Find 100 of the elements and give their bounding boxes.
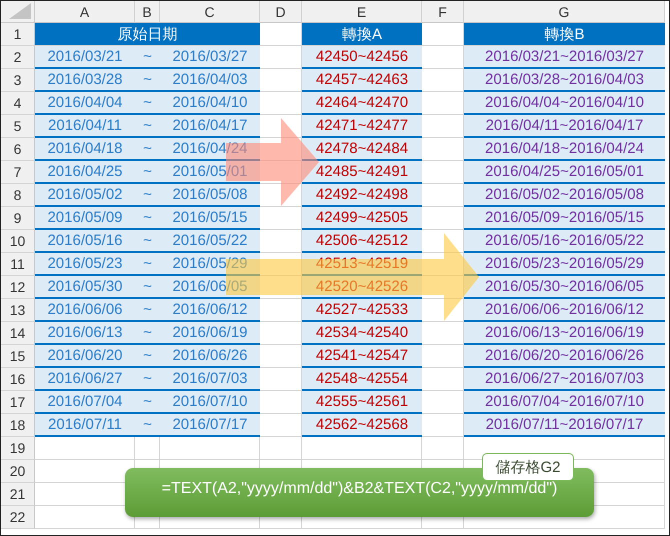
- table-header: 轉換B: [464, 23, 665, 46]
- table-cell: 42471~42477: [302, 115, 422, 138]
- column-header[interactable]: F: [422, 1, 464, 23]
- row-header[interactable]: 6: [1, 138, 35, 161]
- table-cell: 2016/04/18: [35, 138, 135, 161]
- table-cell: 2016/06/20~2016/06/26: [464, 345, 665, 368]
- table-cell: 2016/03/27: [160, 46, 260, 69]
- table-cell: 2016/06/19: [160, 322, 260, 345]
- table-cell: 42534~42540: [302, 322, 422, 345]
- row-header[interactable]: 4: [1, 92, 35, 115]
- row-header[interactable]: 12: [1, 276, 35, 299]
- table-cell: 2016/05/16: [35, 230, 135, 253]
- row-header[interactable]: 22: [1, 506, 35, 529]
- table-cell: ~: [135, 253, 160, 276]
- table-cell: 2016/05/30: [35, 276, 135, 299]
- table-cell: 42457~42463: [302, 69, 422, 92]
- table-cell: ~: [135, 161, 160, 184]
- table-cell: 2016/05/23~2016/05/29: [464, 253, 665, 276]
- table-cell: ~: [135, 391, 160, 414]
- row-header[interactable]: 21: [1, 483, 35, 506]
- empty-cell[interactable]: [302, 437, 422, 460]
- table-header: 原始日期: [35, 23, 260, 46]
- table-cell: 2016/05/16~2016/05/22: [464, 230, 665, 253]
- column-header[interactable]: B: [135, 1, 160, 23]
- table-cell: 42478~42484: [302, 138, 422, 161]
- table-cell: 2016/03/28~2016/04/03: [464, 69, 665, 92]
- table-cell: 2016/05/30~2016/06/05: [464, 276, 665, 299]
- table-cell: ~: [135, 115, 160, 138]
- row-header[interactable]: 16: [1, 368, 35, 391]
- column-header[interactable]: G: [464, 1, 665, 23]
- table-cell: ~: [135, 276, 160, 299]
- row-header[interactable]: 19: [1, 437, 35, 460]
- row-header[interactable]: 14: [1, 322, 35, 345]
- table-cell: 2016/04/17: [160, 115, 260, 138]
- table-cell: 2016/04/10: [160, 92, 260, 115]
- column-header[interactable]: C: [160, 1, 260, 23]
- table-cell: 2016/03/21~2016/03/27: [464, 46, 665, 69]
- table-cell: 2016/04/11: [35, 115, 135, 138]
- table-cell: 2016/03/21: [35, 46, 135, 69]
- row-header[interactable]: 7: [1, 161, 35, 184]
- row-header[interactable]: 15: [1, 345, 35, 368]
- row-header[interactable]: 18: [1, 414, 35, 437]
- table-cell: 2016/04/18~2016/04/24: [464, 138, 665, 161]
- table-cell: 2016/04/03: [160, 69, 260, 92]
- row-header[interactable]: 2: [1, 46, 35, 69]
- table-cell: 42527~42533: [302, 299, 422, 322]
- empty-cell[interactable]: [422, 437, 464, 460]
- table-cell: ~: [135, 368, 160, 391]
- table-cell: ~: [135, 69, 160, 92]
- table-cell: 2016/06/26: [160, 345, 260, 368]
- empty-cell[interactable]: [160, 437, 260, 460]
- table-cell: 42548~42554: [302, 368, 422, 391]
- column-header[interactable]: A: [35, 1, 135, 23]
- row-header[interactable]: 3: [1, 69, 35, 92]
- row-header[interactable]: 10: [1, 230, 35, 253]
- table-cell: 2016/07/11~2016/07/17: [464, 414, 665, 437]
- table-cell: ~: [135, 414, 160, 437]
- row-header[interactable]: 17: [1, 391, 35, 414]
- table-cell: 2016/07/11: [35, 414, 135, 437]
- table-cell: 2016/06/20: [35, 345, 135, 368]
- table-cell: 2016/04/25~2016/05/01: [464, 161, 665, 184]
- row-header[interactable]: 1: [1, 23, 35, 46]
- row-header[interactable]: 5: [1, 115, 35, 138]
- table-cell: ~: [135, 345, 160, 368]
- table-cell: 2016/06/12: [160, 299, 260, 322]
- table-header: 轉換A: [302, 23, 422, 46]
- table-cell: 42506~42512: [302, 230, 422, 253]
- table-cell: 42541~42547: [302, 345, 422, 368]
- table-cell: 2016/05/22: [160, 230, 260, 253]
- table-cell: ~: [135, 184, 160, 207]
- table-cell: 2016/05/02~2016/05/08: [464, 184, 665, 207]
- table-cell: 2016/04/24: [160, 138, 260, 161]
- table-cell: 2016/03/28: [35, 69, 135, 92]
- table-cell: 2016/05/08: [160, 184, 260, 207]
- row-header[interactable]: 20: [1, 460, 35, 483]
- table-cell: ~: [135, 92, 160, 115]
- table-cell: 2016/06/06: [35, 299, 135, 322]
- table-cell: 42499~42505: [302, 207, 422, 230]
- table-cell: 42562~42568: [302, 414, 422, 437]
- row-header[interactable]: 13: [1, 299, 35, 322]
- table-cell: 2016/04/04: [35, 92, 135, 115]
- table-cell: 2016/04/11~2016/04/17: [464, 115, 665, 138]
- table-cell: ~: [135, 46, 160, 69]
- column-header[interactable]: D: [260, 1, 302, 23]
- table-cell: 2016/07/17: [160, 414, 260, 437]
- table-cell: 2016/07/04: [35, 391, 135, 414]
- table-cell: ~: [135, 322, 160, 345]
- table-cell: 42520~42526: [302, 276, 422, 299]
- column-header[interactable]: E: [302, 1, 422, 23]
- table-cell: 2016/05/09~2016/05/15: [464, 207, 665, 230]
- empty-cell[interactable]: [260, 437, 302, 460]
- table-cell: 2016/06/06~2016/06/12: [464, 299, 665, 322]
- empty-cell[interactable]: [135, 437, 160, 460]
- table-cell: 2016/04/25: [35, 161, 135, 184]
- row-header[interactable]: 11: [1, 253, 35, 276]
- table-cell: ~: [135, 230, 160, 253]
- select-all-icon[interactable]: [9, 3, 31, 19]
- table-cell: 2016/07/03: [160, 368, 260, 391]
- row-header[interactable]: 9: [1, 207, 35, 230]
- row-header[interactable]: 8: [1, 184, 35, 207]
